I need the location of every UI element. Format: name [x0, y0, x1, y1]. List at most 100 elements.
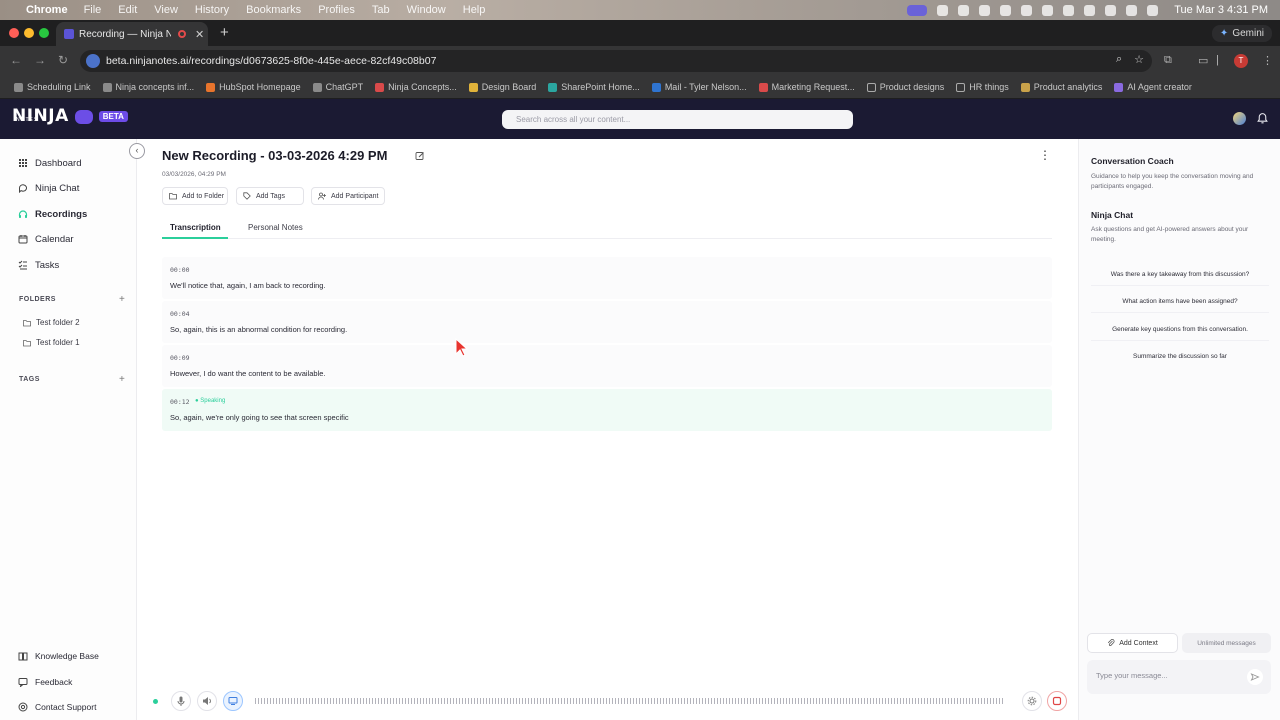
tab-personal-notes[interactable]: Personal Notes: [248, 223, 303, 232]
suggested-question[interactable]: Generate key questions from this convers…: [1091, 319, 1269, 341]
search-icon[interactable]: [1105, 4, 1117, 16]
edit-icon[interactable]: [415, 151, 425, 161]
bookmark-item[interactable]: Marketing Request...: [758, 82, 855, 92]
tab-transcription[interactable]: Transcription: [170, 223, 221, 232]
gemini-button[interactable]: ✦ Gemini: [1211, 25, 1272, 42]
profile-avatar[interactable]: T: [1234, 54, 1248, 68]
menu-window[interactable]: Window: [407, 4, 446, 16]
segment-timestamp[interactable]: 00:04: [170, 310, 190, 318]
bookmark-item[interactable]: Product analytics: [1020, 82, 1102, 92]
add-folder-icon[interactable]: +: [119, 294, 125, 305]
browser-tab-active[interactable]: Recording — Ninja Note ✕: [56, 22, 208, 46]
status-icon[interactable]: [1000, 4, 1012, 16]
close-tab-icon[interactable]: ✕: [195, 28, 204, 41]
url-text[interactable]: beta.ninjanotes.ai/recordings/d0673625-8…: [106, 55, 436, 67]
segment-timestamp[interactable]: 00:12: [170, 398, 190, 406]
bookmark-item[interactable]: Mail - Tyler Nelson...: [651, 82, 747, 92]
screen-record-icon[interactable]: [907, 4, 928, 16]
bookmark-item[interactable]: Scheduling Link: [14, 82, 91, 92]
chat-message-input[interactable]: Type your message...: [1087, 660, 1271, 694]
menu-bookmarks[interactable]: Bookmarks: [246, 4, 301, 16]
close-window-button[interactable]: [9, 28, 19, 38]
suggested-question[interactable]: Summarize the discussion so far: [1091, 346, 1269, 368]
bookmark-folder[interactable]: HR things: [956, 82, 1009, 92]
zoom-window-button[interactable]: [39, 28, 49, 38]
minimize-window-button[interactable]: [24, 28, 34, 38]
add-tag-icon[interactable]: +: [119, 374, 125, 385]
menu-history[interactable]: History: [195, 4, 229, 16]
bookmark-item[interactable]: ChatGPT: [312, 82, 363, 92]
microphone-button[interactable]: [171, 691, 191, 711]
sidebar-item-contact-support[interactable]: Contact Support: [18, 699, 96, 715]
status-icon[interactable]: [979, 4, 991, 16]
battery-icon[interactable]: [1063, 4, 1075, 16]
menu-profiles[interactable]: Profiles: [318, 4, 355, 16]
forward-button[interactable]: →: [34, 53, 46, 67]
sidebar-item-ninja-chat[interactable]: Ninja Chat: [18, 180, 79, 196]
sidebar-item-tasks[interactable]: Tasks: [18, 257, 59, 273]
control-center-icon[interactable]: [1126, 4, 1138, 16]
back-button[interactable]: ←: [10, 53, 22, 67]
status-icon[interactable]: [1042, 4, 1054, 16]
segment-timestamp[interactable]: 00:09: [170, 354, 190, 362]
menu-help[interactable]: Help: [463, 4, 486, 16]
message-placeholder[interactable]: Type your message...: [1096, 671, 1168, 680]
bookmark-item[interactable]: Ninja Concepts...: [375, 82, 457, 92]
add-context-button[interactable]: Add Context: [1087, 633, 1178, 653]
sidebar-item-calendar[interactable]: Calendar: [18, 231, 74, 247]
bookmark-item[interactable]: Ninja concepts inf...: [102, 82, 194, 92]
side-panel-icon[interactable]: ▭: [1198, 54, 1208, 67]
zoom-icon[interactable]: ⌕: [1116, 53, 1122, 66]
transcript-segment[interactable]: 00:09 However, I do want the content to …: [162, 345, 1052, 387]
bookmark-item[interactable]: HubSpot Homepage: [206, 82, 301, 92]
add-participant-button[interactable]: Add Participant: [311, 187, 385, 205]
bookmark-item[interactable]: AI Agent creator: [1114, 82, 1192, 92]
folder-item[interactable]: Test folder 1: [23, 338, 80, 347]
siri-icon[interactable]: [1147, 4, 1159, 16]
chrome-menu-icon[interactable]: ⋮: [1262, 54, 1273, 67]
bookmark-favicon-icon: [548, 82, 558, 92]
menu-edit[interactable]: Edit: [118, 4, 137, 16]
status-icon[interactable]: [1021, 4, 1033, 16]
transcript-segment[interactable]: 00:00 We'll notice that, again, I am bac…: [162, 257, 1052, 299]
speaker-button[interactable]: [197, 691, 217, 711]
suggested-question[interactable]: What action items have been assigned?: [1091, 291, 1269, 313]
address-bar[interactable]: beta.ninjanotes.ai/recordings/d0673625-8…: [80, 50, 1152, 72]
bookmark-folder[interactable]: Product designs: [866, 82, 944, 92]
suggested-question[interactable]: Was there a key takeaway from this discu…: [1091, 264, 1269, 286]
bookmark-item[interactable]: SharePoint Home...: [548, 82, 640, 92]
user-avatar[interactable]: [1233, 112, 1246, 125]
site-info-icon[interactable]: [86, 54, 100, 68]
transcript-segment[interactable]: 00:04 So, again, this is an abnormal con…: [162, 301, 1052, 343]
sidebar-item-recordings[interactable]: Recordings: [18, 206, 87, 222]
transcript-segment-live[interactable]: 00:12 ● Speaking So, again, we're only g…: [162, 389, 1052, 431]
bookmark-item[interactable]: Design Board: [468, 82, 536, 92]
menu-file[interactable]: File: [84, 4, 102, 16]
wifi-icon[interactable]: [1084, 4, 1096, 16]
segment-timestamp[interactable]: 00:00: [170, 266, 190, 274]
stop-recording-button[interactable]: [1047, 691, 1067, 711]
add-tags-button[interactable]: Add Tags: [236, 187, 304, 205]
bookmark-star-icon[interactable]: ☆: [1134, 53, 1144, 66]
new-tab-button[interactable]: +: [220, 24, 229, 41]
collapse-sidebar-button[interactable]: ‹: [129, 143, 145, 159]
menu-view[interactable]: View: [154, 4, 178, 16]
screen-capture-button[interactable]: [223, 691, 243, 711]
reload-button[interactable]: ↻: [58, 53, 68, 67]
folder-item[interactable]: Test folder 2: [23, 318, 80, 327]
global-search-input[interactable]: Search across all your content...: [502, 110, 853, 129]
send-button[interactable]: [1247, 669, 1263, 685]
sidebar-item-feedback[interactable]: Feedback: [18, 674, 72, 690]
add-to-folder-button[interactable]: Add to Folder: [162, 187, 228, 205]
sidebar-item-dashboard[interactable]: Dashboard: [18, 155, 81, 171]
more-options-icon[interactable]: ⋮: [1039, 149, 1051, 161]
menubar-app-name[interactable]: Chrome: [26, 4, 68, 16]
status-icon[interactable]: [937, 4, 949, 16]
extensions-icon[interactable]: ⧉: [1164, 54, 1172, 67]
bell-icon[interactable]: [1256, 112, 1269, 125]
settings-button[interactable]: [1022, 691, 1042, 711]
status-icon[interactable]: [958, 4, 970, 16]
menu-tab[interactable]: Tab: [372, 4, 390, 16]
sidebar-item-knowledge-base[interactable]: Knowledge Base: [18, 648, 99, 664]
menubar-clock[interactable]: Tue Mar 3 4:31 PM: [1174, 4, 1268, 16]
